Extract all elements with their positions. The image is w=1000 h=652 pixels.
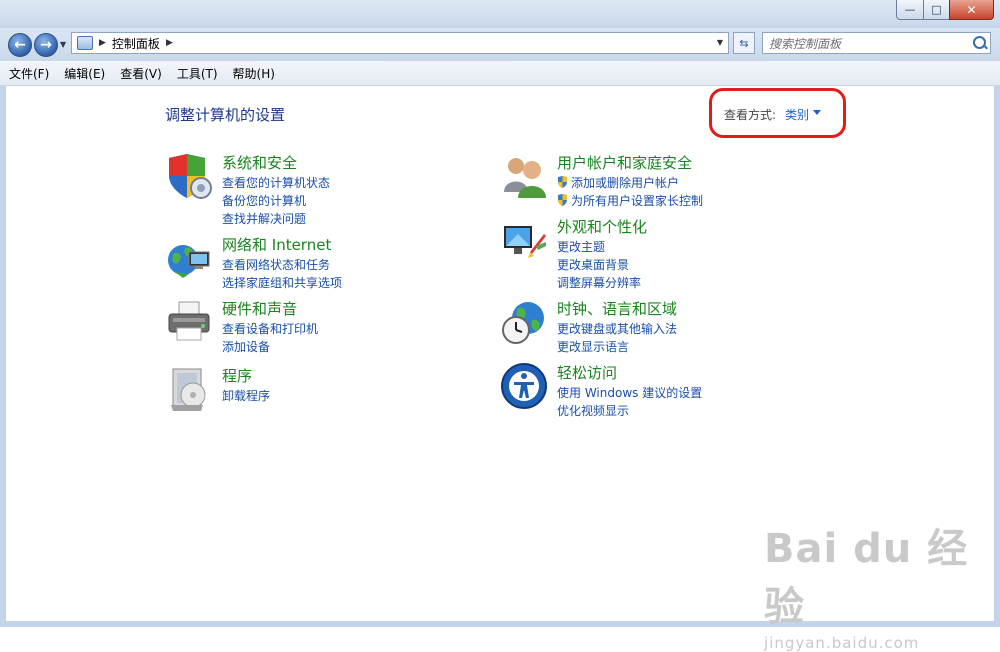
- monitor-paint-icon[interactable]: [500, 216, 548, 264]
- link-add-remove-users[interactable]: 添加或删除用户帐户: [571, 174, 679, 191]
- address-field[interactable]: ▶ 控制面板 ▶ ▼: [71, 32, 729, 54]
- control-panel-icon: [77, 36, 93, 50]
- menu-bar: 文件(F) 编辑(E) 查看(V) 工具(T) 帮助(H): [0, 61, 1000, 86]
- link-change-desktop-background[interactable]: 更改桌面背景: [557, 256, 629, 273]
- category-title[interactable]: 程序: [222, 365, 252, 386]
- link-uninstall-program[interactable]: 卸载程序: [222, 387, 270, 404]
- link-optimize-visual-display[interactable]: 优化视频显示: [557, 402, 629, 419]
- minimize-icon: —: [904, 3, 916, 16]
- forward-arrow-icon: →: [40, 37, 52, 53]
- uac-shield-icon: [558, 194, 567, 206]
- back-button[interactable]: ←: [8, 33, 32, 57]
- menu-file[interactable]: 文件(F): [3, 65, 55, 82]
- category-title[interactable]: 时钟、语言和区域: [557, 298, 677, 319]
- back-arrow-icon: ←: [14, 37, 26, 53]
- link-view-computer-status[interactable]: 查看您的计算机状态: [222, 174, 330, 191]
- network-globe-icon[interactable]: [165, 234, 213, 282]
- link-add-device[interactable]: 添加设备: [222, 338, 270, 355]
- link-troubleshoot[interactable]: 查找并解决问题: [222, 210, 306, 227]
- control-panel-content: 调整计算机的设置 查看方式: 类别 系统和安全 查看您的计算机状态 备份您的计算…: [6, 86, 994, 652]
- link-devices-printers[interactable]: 查看设备和打印机: [222, 320, 318, 337]
- breadcrumb-chevron-icon[interactable]: ▶: [166, 38, 173, 48]
- menu-tools[interactable]: 工具(T): [171, 65, 224, 82]
- category-title[interactable]: 用户帐户和家庭安全: [557, 152, 692, 173]
- link-parental-controls[interactable]: 为所有用户设置家长控制: [571, 192, 703, 209]
- security-shield-icon[interactable]: [165, 152, 213, 200]
- link-homegroup-sharing[interactable]: 选择家庭组和共享选项: [222, 274, 342, 291]
- category-title[interactable]: 系统和安全: [222, 152, 297, 173]
- menu-help[interactable]: 帮助(H): [227, 65, 281, 82]
- window-frame-right: [994, 85, 1000, 627]
- category-title[interactable]: 外观和个性化: [557, 216, 647, 237]
- watermark-logo: Bai du 经验: [764, 526, 969, 630]
- minimize-button[interactable]: —: [896, 0, 923, 20]
- refresh-button[interactable]: ⇆: [733, 32, 755, 54]
- title-bar: — □ ✕: [0, 0, 1000, 28]
- close-button[interactable]: ✕: [949, 0, 994, 20]
- link-change-keyboards[interactable]: 更改键盘或其他输入法: [557, 320, 677, 337]
- maximize-icon: □: [931, 3, 942, 16]
- page-title: 调整计算机的设置: [165, 106, 286, 124]
- menu-view[interactable]: 查看(V): [114, 65, 168, 82]
- baidu-watermark: Bai du 经验 jingyan.baidu.com: [764, 516, 994, 652]
- address-toolbar: ← → ▼ ▶ 控制面板 ▶ ▼ ⇆: [0, 28, 1000, 61]
- ease-of-access-icon[interactable]: [500, 362, 548, 410]
- uac-shield-icon: [558, 176, 567, 188]
- users-icon[interactable]: [500, 152, 548, 200]
- link-backup-computer[interactable]: 备份您的计算机: [222, 192, 306, 209]
- category-title[interactable]: 硬件和声音: [222, 298, 297, 319]
- clock-globe-icon[interactable]: [500, 298, 548, 346]
- watermark-url: jingyan.baidu.com: [764, 634, 920, 652]
- search-box[interactable]: [762, 32, 991, 54]
- refresh-icon: ⇆: [739, 36, 749, 50]
- breadcrumb-control-panel[interactable]: 控制面板: [112, 35, 160, 52]
- red-highlight-annotation: [709, 88, 846, 138]
- link-change-theme[interactable]: 更改主题: [557, 238, 605, 255]
- printer-icon[interactable]: [165, 298, 213, 346]
- link-change-display-language[interactable]: 更改显示语言: [557, 338, 629, 355]
- address-dropdown-icon[interactable]: ▼: [717, 38, 723, 47]
- category-title[interactable]: 网络和 Internet: [222, 234, 331, 255]
- link-windows-suggested-settings[interactable]: 使用 Windows 建议的设置: [557, 384, 702, 401]
- link-adjust-resolution[interactable]: 调整屏幕分辨率: [557, 274, 641, 291]
- maximize-button[interactable]: □: [923, 0, 949, 20]
- link-view-network-status[interactable]: 查看网络状态和任务: [222, 256, 330, 273]
- search-icon[interactable]: [973, 36, 986, 49]
- programs-box-icon[interactable]: [165, 365, 213, 413]
- recent-pages-dropdown-icon[interactable]: ▼: [60, 40, 66, 49]
- breadcrumb-chevron-icon[interactable]: ▶: [99, 38, 106, 48]
- forward-button[interactable]: →: [34, 33, 58, 57]
- category-title[interactable]: 轻松访问: [557, 362, 617, 383]
- menu-edit[interactable]: 编辑(E): [58, 65, 111, 82]
- close-icon: ✕: [966, 2, 977, 17]
- search-input[interactable]: [767, 35, 971, 53]
